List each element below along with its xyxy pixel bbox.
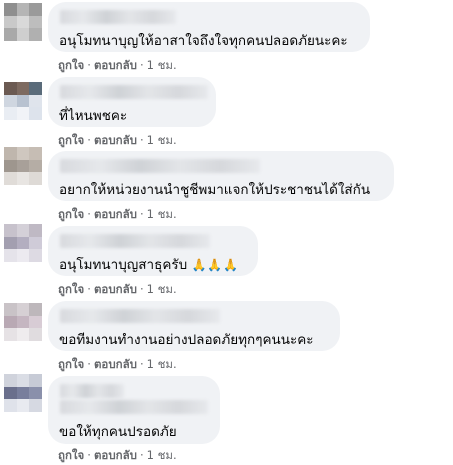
comment-actions: ถูกใจ · ตอบกลับ · 1 ชม. xyxy=(58,448,177,462)
comment-actions: ถูกใจ · ตอบกลับ · 1 ชม. xyxy=(58,207,177,221)
commenter-name-blurred[interactable] xyxy=(60,10,176,24)
commenter-name-blurred[interactable] xyxy=(60,234,210,248)
avatar[interactable] xyxy=(4,303,42,341)
reply-link[interactable]: ตอบกลับ xyxy=(94,207,137,221)
reply-link[interactable]: ตอบกลับ xyxy=(94,133,137,147)
commenter-name-blurred[interactable] xyxy=(60,85,208,99)
comment-timestamp[interactable]: 1 ชม. xyxy=(147,357,177,371)
like-link[interactable]: ถูกใจ xyxy=(58,357,84,371)
comment-text: ที่ไหนพชคะ xyxy=(59,108,128,124)
commenter-name-blurred[interactable] xyxy=(60,309,220,323)
like-link[interactable]: ถูกใจ xyxy=(58,58,84,72)
comment-timestamp[interactable]: 1 ชม. xyxy=(147,58,177,72)
comment-bubble: ขอให้ทุกคนปรอดภัย xyxy=(48,376,220,444)
commenter-name-blurred[interactable] xyxy=(60,384,124,398)
comment-bubble: อยากให้หน่วยงานนำชูชีพมาแจกให้ประชาชนได้… xyxy=(48,151,394,201)
reply-link[interactable]: ตอบกลับ xyxy=(94,282,137,296)
reply-link[interactable]: ตอบกลับ xyxy=(94,58,137,72)
comment-actions: ถูกใจ · ตอบกลับ · 1 ชม. xyxy=(58,282,177,296)
comment-actions: ถูกใจ · ตอบกลับ · 1 ชม. xyxy=(58,357,177,371)
comment-text-body: อนุโมทนาบุญสาธุครับ xyxy=(59,257,188,273)
pray-emoji: 🙏🙏🙏 xyxy=(191,258,240,272)
comment-text: ขอทีมงานทำงานอย่างปลอดภัยทุกๆคนนะคะ xyxy=(59,332,314,348)
like-link[interactable]: ถูกใจ xyxy=(58,282,84,296)
avatar[interactable] xyxy=(4,3,42,41)
reply-link[interactable]: ตอบกลับ xyxy=(94,448,137,462)
comment-text: อนุโมทนาบุญให้อาสาใจถึงใจทุกคนปลอดภัยนะค… xyxy=(59,33,348,49)
reply-link[interactable]: ตอบกลับ xyxy=(94,357,137,371)
like-link[interactable]: ถูกใจ xyxy=(58,207,84,221)
comment-bubble: ขอทีมงานทำงานอย่างปลอดภัยทุกๆคนนะคะ xyxy=(48,301,340,351)
commenter-name-blurred[interactable] xyxy=(60,159,260,173)
comment-timestamp[interactable]: 1 ชม. xyxy=(147,448,177,462)
comment-actions: ถูกใจ · ตอบกลับ · 1 ชม. xyxy=(58,58,177,72)
comment-timestamp[interactable]: 1 ชม. xyxy=(147,282,177,296)
comment-actions: ถูกใจ · ตอบกลับ · 1 ชม. xyxy=(58,133,177,147)
comment-bubble: อนุโมทนาบุญให้อาสาใจถึงใจทุกคนปลอดภัยนะค… xyxy=(48,2,370,52)
comment-text: อนุโมทนาบุญสาธุครับ 🙏🙏🙏 xyxy=(59,253,239,275)
like-link[interactable]: ถูกใจ xyxy=(58,448,84,462)
commenter-name-blurred-line2 xyxy=(60,400,208,414)
avatar[interactable] xyxy=(4,82,42,120)
like-link[interactable]: ถูกใจ xyxy=(58,133,84,147)
comment-text: ขอให้ทุกคนปรอดภัย xyxy=(59,424,177,440)
comment-timestamp[interactable]: 1 ชม. xyxy=(147,207,177,221)
comment-text: อยากให้หน่วยงานนำชูชีพมาแจกให้ประชาชนได้… xyxy=(59,182,371,198)
comment-bubble: ที่ไหนพชคะ xyxy=(48,77,216,127)
comment-bubble: อนุโมทนาบุญสาธุครับ 🙏🙏🙏 xyxy=(48,226,258,276)
avatar[interactable] xyxy=(4,224,42,262)
avatar[interactable] xyxy=(4,147,42,185)
avatar[interactable] xyxy=(4,374,42,412)
comment-timestamp[interactable]: 1 ชม. xyxy=(147,133,177,147)
